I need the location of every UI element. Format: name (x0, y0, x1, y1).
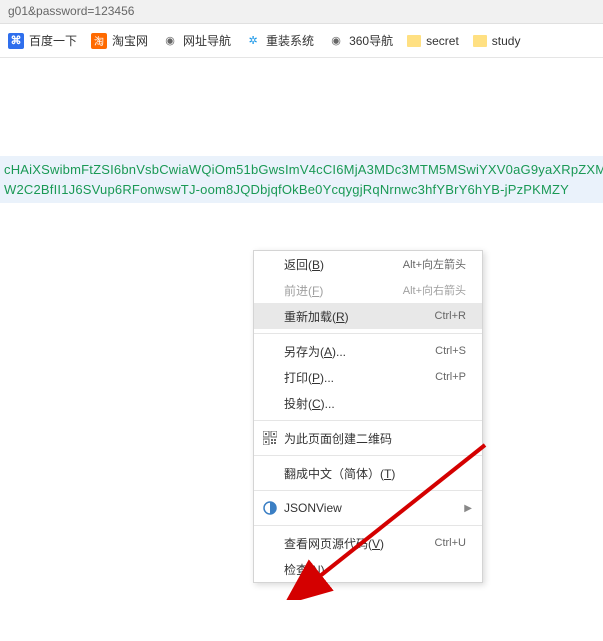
bookmark-label: secret (426, 34, 459, 48)
menu-label: 翻成中文（简体）(T) (284, 465, 466, 482)
bookmark-label: 网址导航 (183, 32, 231, 49)
bookmark-label: 淘宝网 (112, 32, 148, 49)
reinstall-icon: ✲ (245, 33, 261, 49)
globe-icon: ◉ (328, 33, 344, 49)
menu-separator (254, 333, 482, 334)
json-line: cHAiXSwibmFtZSI6bnVsbCwiaWQiOm51bGwsImV4… (4, 160, 599, 180)
bookmark-study[interactable]: study (473, 34, 521, 48)
menu-shortcut: Ctrl+P (435, 371, 466, 383)
bookmark-reinstall[interactable]: ✲ 重装系统 (245, 32, 314, 49)
menu-separator (254, 420, 482, 421)
bookmark-label: 百度一下 (29, 32, 77, 49)
menu-label: 投射(C)... (284, 395, 466, 412)
menu-separator (254, 455, 482, 456)
menu-label: 重新加载(R) (284, 308, 435, 325)
json-response-text: cHAiXSwibmFtZSI6bnVsbCwiaWQiOm51bGwsImV4… (0, 156, 603, 203)
menu-separator (254, 490, 482, 491)
json-line: W2C2BfII1J6SVup6RFonwswTJ-oom8JQDbjqfOkB… (4, 180, 599, 200)
menu-label: 为此页面创建二维码 (284, 430, 466, 447)
menu-back[interactable]: 返回(B) Alt+向左箭头 (254, 251, 482, 277)
bookmark-secret[interactable]: secret (407, 34, 459, 48)
menu-view-source[interactable]: 查看网页源代码(V) Ctrl+U (254, 530, 482, 556)
submenu-arrow-icon: ▶ (464, 503, 472, 514)
menu-shortcut: Alt+向左箭头 (403, 256, 466, 272)
menu-label: 查看网页源代码(V) (284, 535, 435, 552)
bookmark-label: 重装系统 (266, 32, 314, 49)
menu-label: 打印(P)... (284, 369, 435, 386)
url-bar[interactable]: g01&password=123456 (0, 0, 603, 24)
jsonview-icon (262, 500, 278, 516)
bookmark-label: study (492, 34, 521, 48)
bookmark-taobao[interactable]: 淘 淘宝网 (91, 32, 148, 49)
menu-inspect[interactable]: 检查(N) (254, 556, 482, 582)
menu-shortcut: Alt+向右箭头 (403, 282, 466, 298)
bookmark-bar: ⌘ 百度一下 淘 淘宝网 ◉ 网址导航 ✲ 重装系统 ◉ 360导航 secre… (0, 24, 603, 58)
url-text: g01&password=123456 (8, 4, 134, 18)
menu-label: JSONView (284, 501, 466, 515)
bookmark-baidu[interactable]: ⌘ 百度一下 (8, 32, 77, 49)
menu-forward: 前进(F) Alt+向右箭头 (254, 277, 482, 303)
menu-jsonview[interactable]: JSONView ▶ (254, 495, 482, 521)
menu-translate[interactable]: 翻成中文（简体）(T) (254, 460, 482, 486)
menu-label: 检查(N) (284, 561, 466, 578)
page-content: cHAiXSwibmFtZSI6bnVsbCwiaWQiOm51bGwsImV4… (0, 156, 603, 203)
menu-print[interactable]: 打印(P)... Ctrl+P (254, 364, 482, 390)
menu-label: 返回(B) (284, 256, 403, 273)
menu-label: 另存为(A)... (284, 343, 435, 360)
menu-save-as[interactable]: 另存为(A)... Ctrl+S (254, 338, 482, 364)
folder-icon (473, 35, 487, 47)
menu-shortcut: Ctrl+R (435, 310, 466, 322)
menu-label: 前进(F) (284, 282, 403, 299)
menu-reload[interactable]: 重新加载(R) Ctrl+R (254, 303, 482, 329)
menu-separator (254, 525, 482, 526)
menu-shortcut: Ctrl+U (435, 537, 466, 549)
bookmark-label: 360导航 (349, 32, 393, 49)
bookmark-360[interactable]: ◉ 360导航 (328, 32, 393, 49)
bookmark-nav[interactable]: ◉ 网址导航 (162, 32, 231, 49)
menu-cast[interactable]: 投射(C)... (254, 390, 482, 416)
menu-qrcode[interactable]: 为此页面创建二维码 (254, 425, 482, 451)
context-menu: 返回(B) Alt+向左箭头 前进(F) Alt+向右箭头 重新加载(R) Ct… (253, 250, 483, 583)
folder-icon (407, 35, 421, 47)
menu-shortcut: Ctrl+S (435, 345, 466, 357)
qr-icon (262, 430, 278, 446)
globe-icon: ◉ (162, 33, 178, 49)
taobao-icon: 淘 (91, 33, 107, 49)
baidu-icon: ⌘ (8, 33, 24, 49)
